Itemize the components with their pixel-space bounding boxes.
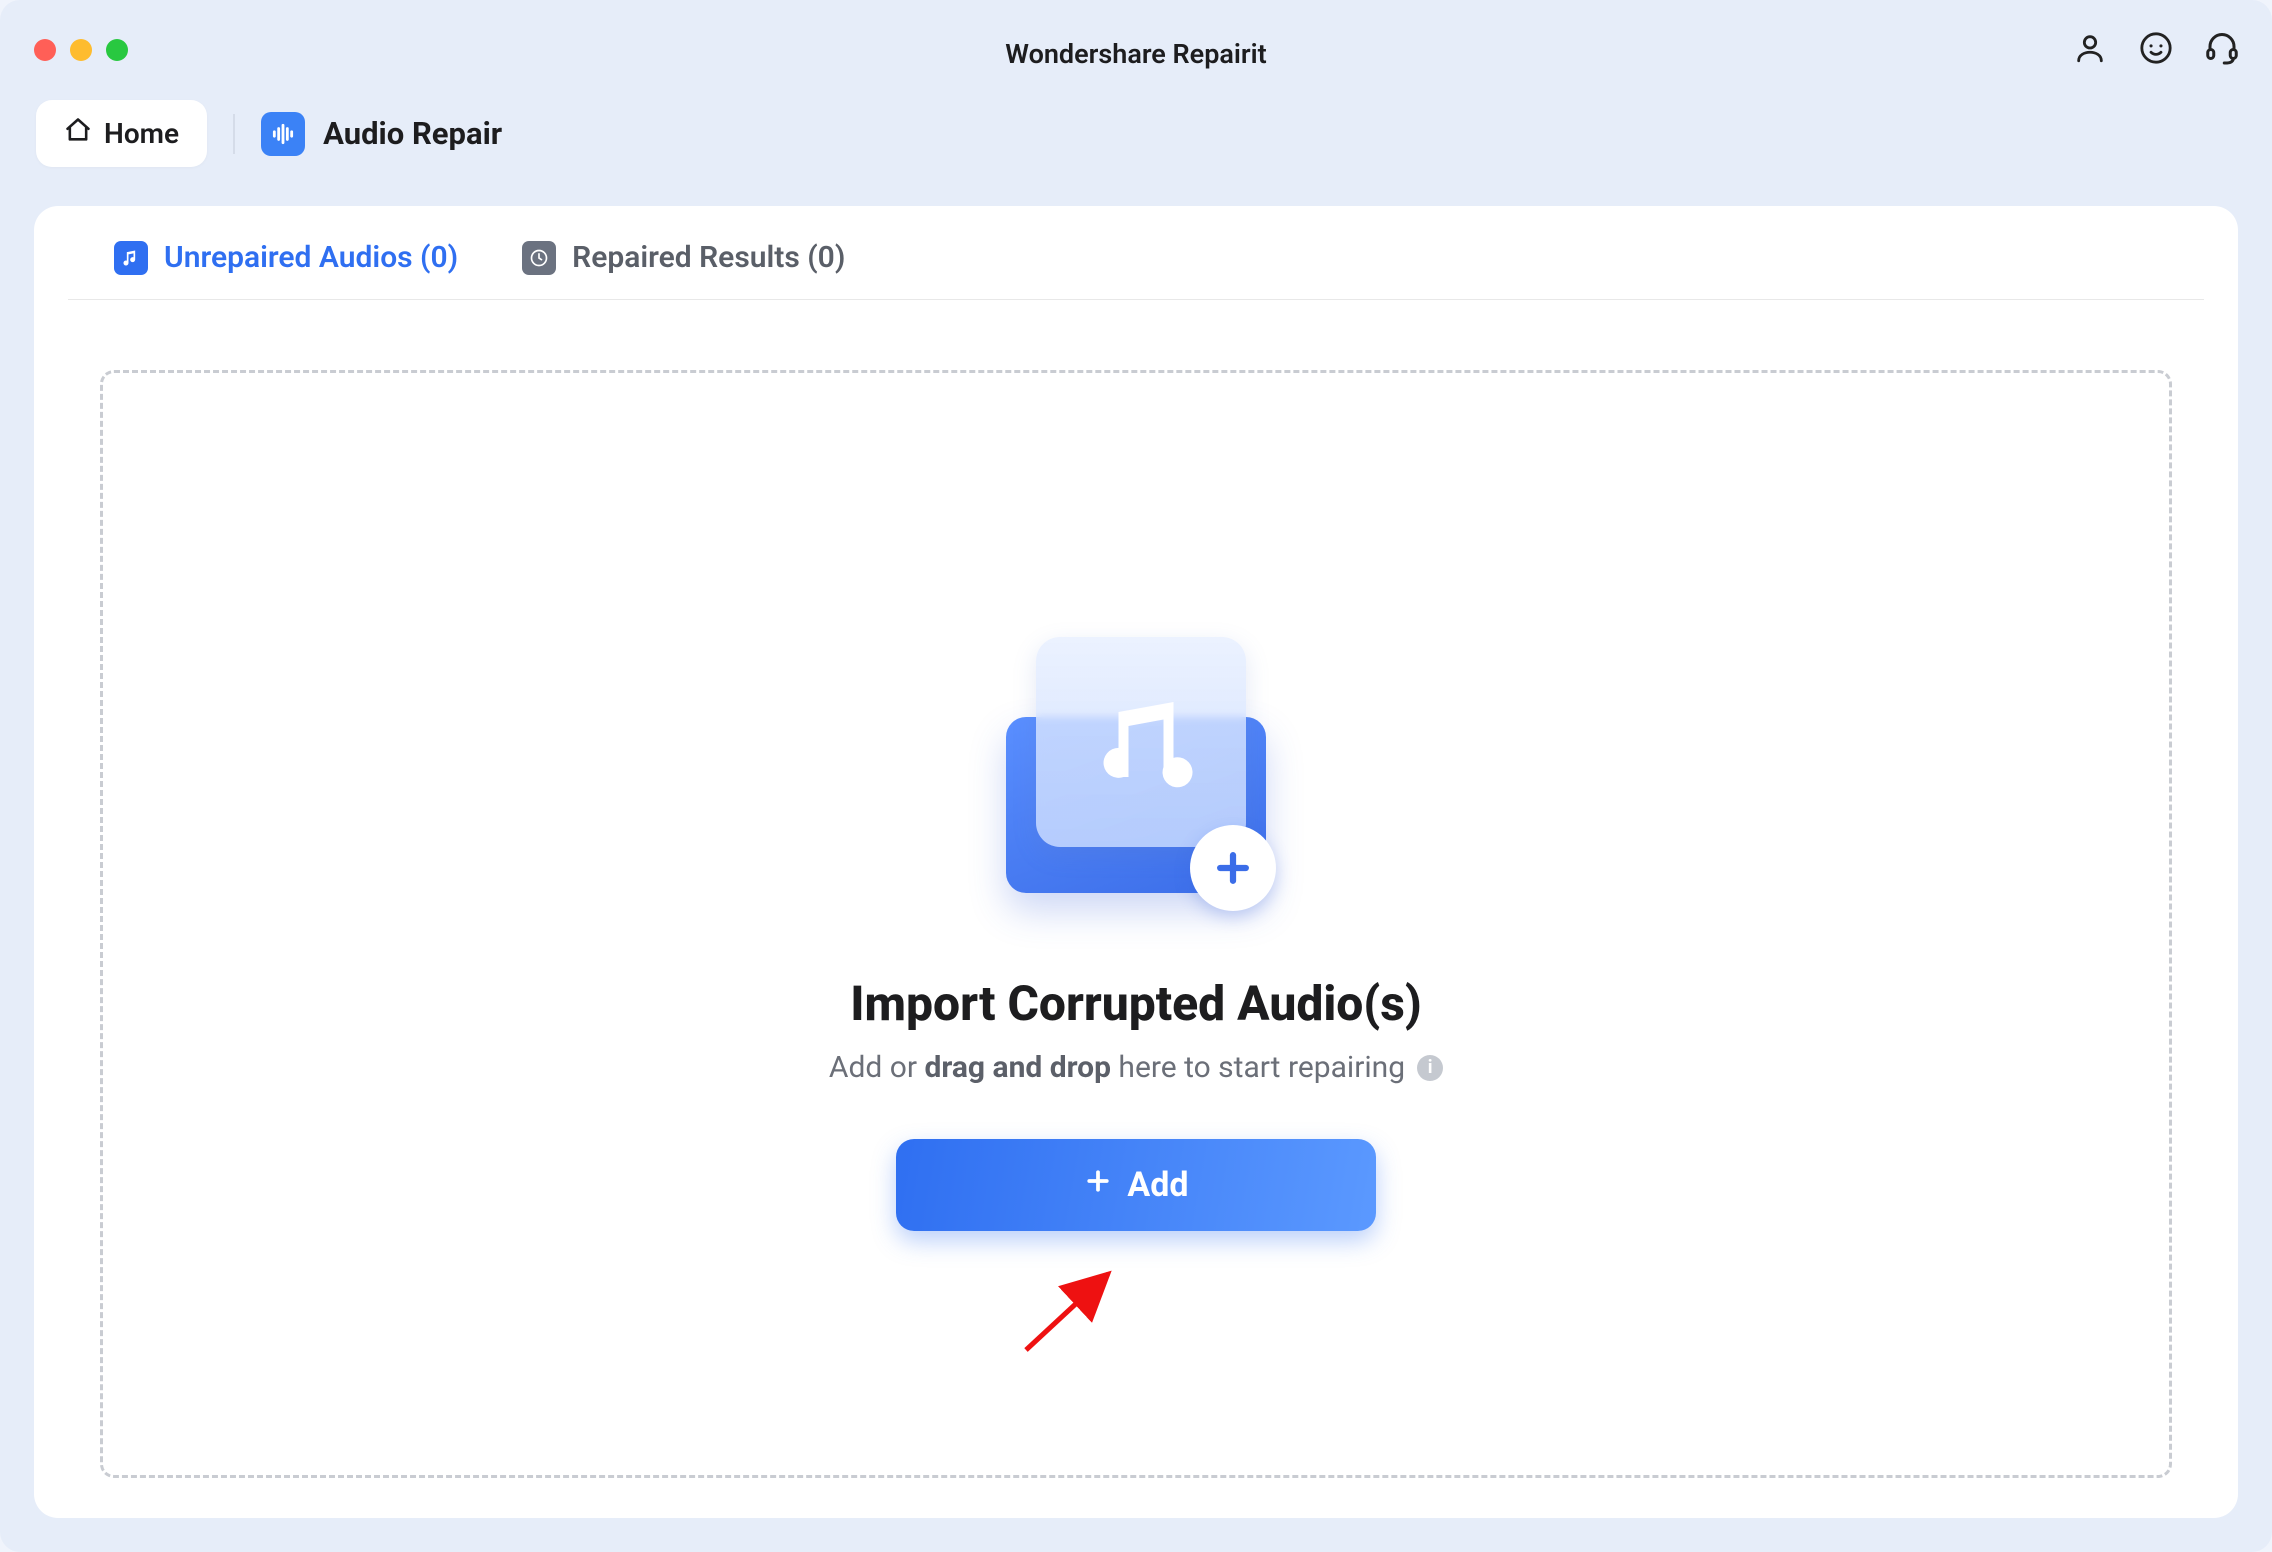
add-button[interactable]: Add (896, 1139, 1376, 1231)
app-title: Wondershare Repairit (1005, 38, 1266, 70)
feedback-icon[interactable] (2136, 28, 2176, 68)
home-icon (64, 116, 92, 151)
plus-badge-icon (1190, 825, 1276, 911)
import-subtitle: Add or drag and drop here to start repai… (829, 1050, 1443, 1085)
mode-label-text: Audio Repair (323, 115, 502, 152)
music-card-icon (1036, 637, 1246, 847)
mode-indicator: Audio Repair (261, 112, 502, 156)
import-title: Import Corrupted Audio(s) (850, 975, 1421, 1032)
add-button-label: Add (1127, 1165, 1188, 1205)
audio-import-graphic (976, 617, 1296, 917)
music-file-icon (114, 241, 148, 275)
import-sub-bold: drag and drop (924, 1050, 1111, 1085)
nav-divider (233, 114, 235, 154)
tab-unrepaired-audios[interactable]: Unrepaired Audios (0) (114, 240, 458, 275)
tab-repaired-label: Repaired Results (0) (572, 240, 845, 275)
main-panel: Unrepaired Audios (0) Repaired Results (… (34, 206, 2238, 1518)
nav-row: Home Audio Repair (0, 100, 2272, 195)
home-label: Home (104, 117, 179, 150)
import-sub-prefix: Add or (829, 1050, 925, 1085)
window-controls (34, 39, 128, 61)
app-window: Wondershare Repairit Home Audio Repa (0, 0, 2272, 1552)
maximize-window-button[interactable] (106, 39, 128, 61)
account-icon[interactable] (2070, 28, 2110, 68)
home-button[interactable]: Home (36, 100, 207, 167)
info-icon[interactable]: i (1417, 1055, 1443, 1081)
clock-icon (522, 241, 556, 275)
audio-repair-icon (261, 112, 305, 156)
header-icons (2070, 28, 2242, 68)
titlebar: Wondershare Repairit (0, 0, 2272, 100)
tab-unrepaired-label: Unrepaired Audios (0) (164, 240, 458, 275)
tab-repaired-results[interactable]: Repaired Results (0) (522, 240, 845, 275)
support-icon[interactable] (2202, 28, 2242, 68)
plus-icon (1083, 1165, 1113, 1205)
minimize-window-button[interactable] (70, 39, 92, 61)
import-sub-suffix: here to start repairing (1111, 1050, 1405, 1085)
close-window-button[interactable] (34, 39, 56, 61)
import-dropzone[interactable]: Import Corrupted Audio(s) Add or drag an… (100, 370, 2172, 1478)
tabs-row: Unrepaired Audios (0) Repaired Results (… (68, 206, 2204, 300)
